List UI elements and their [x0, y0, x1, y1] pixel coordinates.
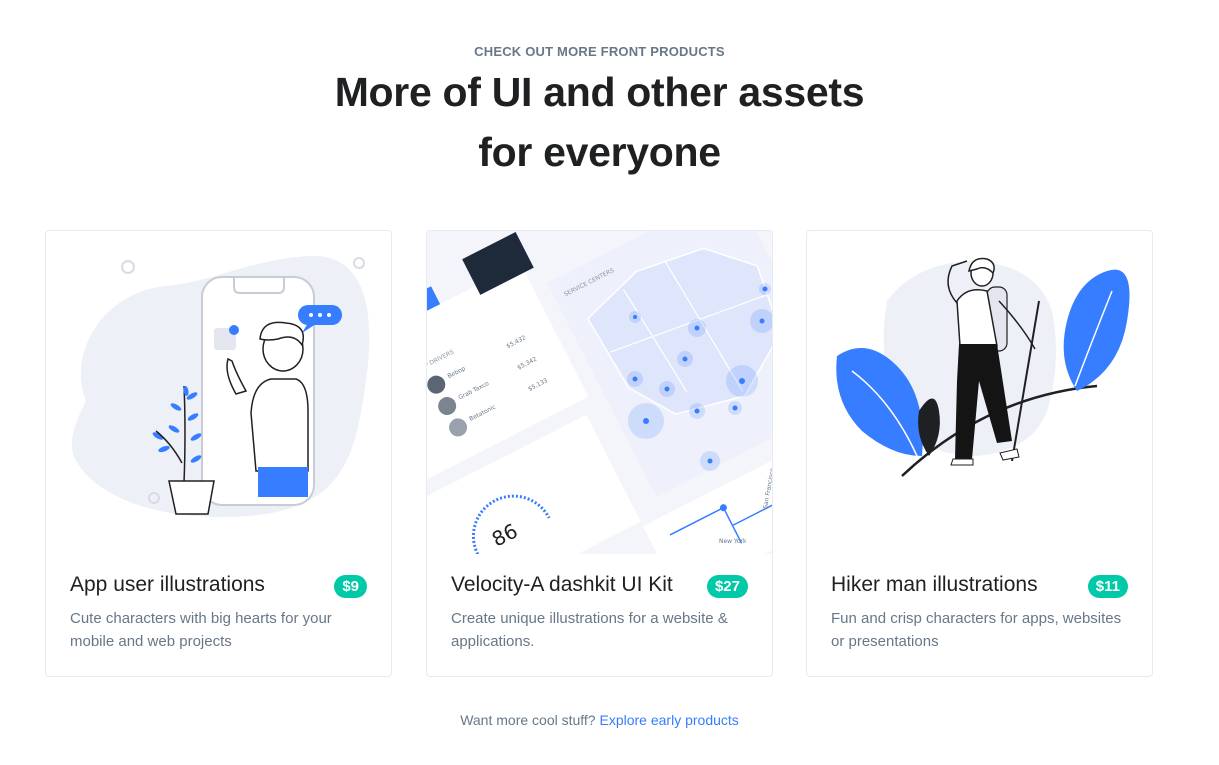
footer-prefix: Want more cool stuff? [460, 712, 596, 728]
hiker-man-illustration [807, 231, 1152, 554]
card-description: Create unique illustrations for a websit… [451, 610, 728, 650]
price-badge: $11 [1087, 575, 1128, 598]
product-card-app-user-illustrations[interactable]: App user illustrations $9 Cute character… [45, 230, 392, 677]
card-title[interactable]: App user illustrations [70, 573, 265, 597]
product-card-hiker-man-illustrations[interactable]: Hiker man illustrations $11 Fun and cris… [806, 230, 1153, 677]
dashkit-preview-image: TOP DRIVERS Bebop $5,432 Grab Taxco $5,3… [427, 231, 772, 554]
app-user-illustration [46, 231, 391, 554]
section-eyebrow: CHECK OUT MORE FRONT PRODUCTS [474, 44, 725, 59]
card-title[interactable]: Hiker man illustrations [831, 573, 1038, 597]
card-title[interactable]: Velocity-A dashkit UI Kit [451, 573, 673, 597]
price-badge: $27 [706, 575, 748, 598]
footer-cta: Want more cool stuff? Explore early prod… [0, 712, 1199, 728]
explore-early-products-link[interactable]: Explore early products [600, 712, 739, 728]
section-title-line-1: More of UI and other assets [334, 69, 865, 115]
city-label: New York [719, 538, 747, 545]
section-title-line-2: for everyone [478, 129, 721, 175]
card-description: Cute characters with big hearts for your… [70, 610, 332, 650]
product-card-velocity-dashkit[interactable]: TOP DRIVERS Bebop $5,432 Grab Taxco $5,3… [426, 230, 773, 677]
price-badge: $9 [334, 575, 367, 598]
card-description: Fun and crisp characters for apps, websi… [831, 610, 1122, 650]
section-title: More of UI and other assets for everyone [0, 62, 1199, 182]
